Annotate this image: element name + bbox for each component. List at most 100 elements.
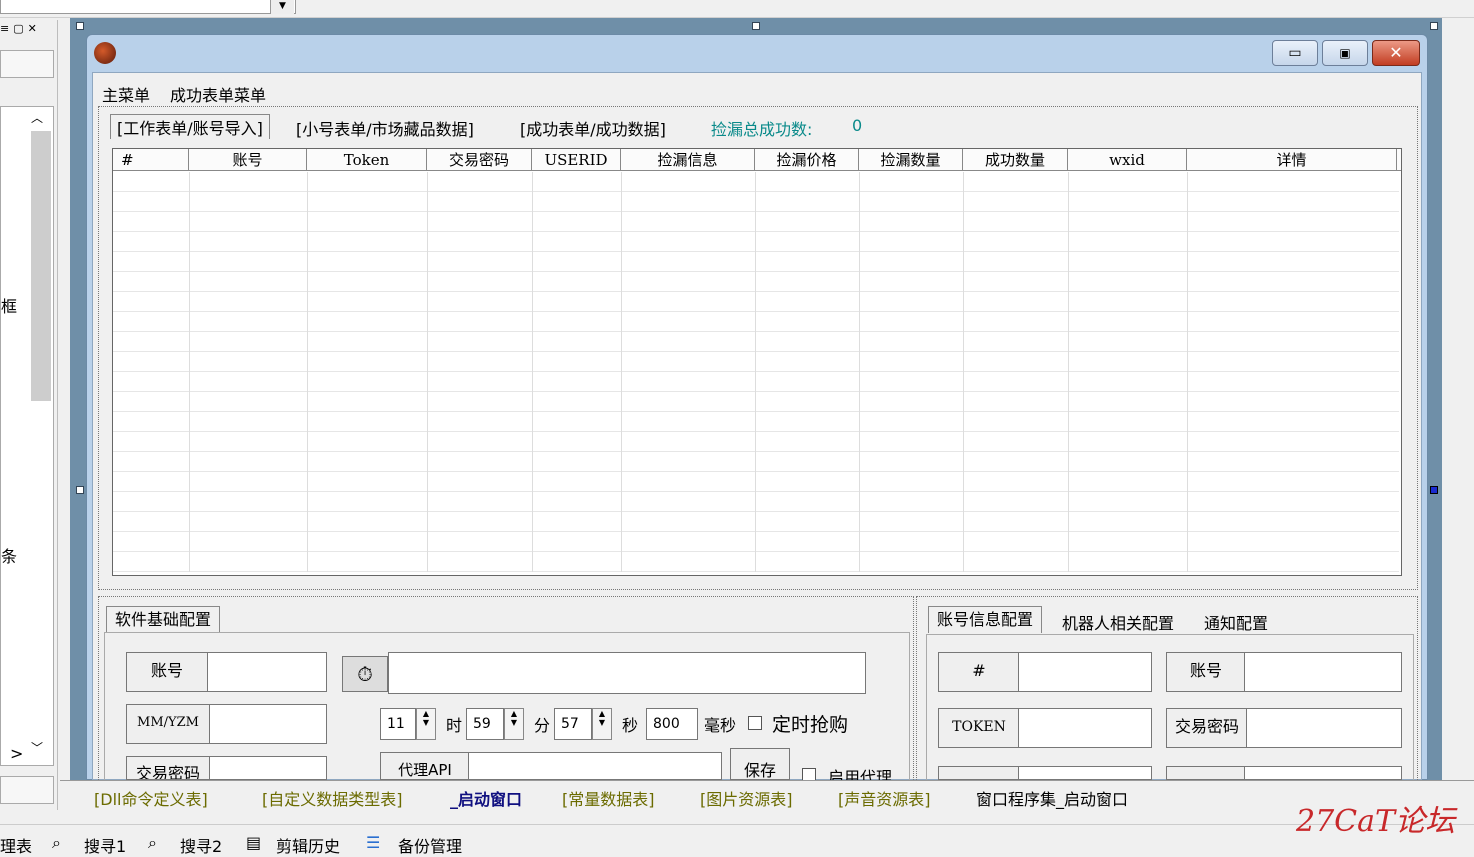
account-grid[interactable]: # 账号 Token 交易密码 USERID 捡漏信息 捡漏价格 捡漏数量 成功… <box>112 148 1402 576</box>
col-detail[interactable]: 详情 <box>1187 149 1397 170</box>
scroll-up-icon[interactable]: ︿ <box>31 109 43 126</box>
left-label-2: 条 <box>1 547 18 566</box>
search2-icon: ⌕ <box>148 833 157 852</box>
tab-constants[interactable]: [常量数据表] <box>562 786 655 810</box>
search-icon: ⌕ <box>52 833 61 852</box>
hour-unit: 时 <box>446 716 463 735</box>
tool-search1[interactable]: 搜寻1 <box>84 833 126 857</box>
col-pickup-qty[interactable]: 捡漏数量 <box>859 149 963 170</box>
timer-input[interactable] <box>388 652 866 694</box>
col-userid[interactable]: USERID <box>532 149 621 170</box>
right-account-input[interactable] <box>1244 652 1402 692</box>
minute-spinner[interactable]: ▲ ▼ <box>504 708 524 740</box>
panel-bottom-box[interactable] <box>0 776 54 804</box>
tool-clip-history[interactable]: 剪辑历史 <box>276 833 340 857</box>
menu-main[interactable]: 主菜单 <box>102 82 150 106</box>
trade-password-label: 交易密码 <box>126 756 210 780</box>
row3-input[interactable] <box>1018 766 1152 780</box>
mm-label: MM/YZM <box>126 704 210 744</box>
tab-success-table[interactable]: [成功表单/成功数据] <box>520 116 666 140</box>
mm-input[interactable] <box>209 704 327 744</box>
selection-handle-tr[interactable] <box>1430 22 1438 30</box>
maximize-button[interactable]: ▣ <box>1322 40 1368 66</box>
scrollbar-thumb[interactable] <box>31 131 51 401</box>
tab-robot-config[interactable]: 机器人相关配置 <box>1062 610 1174 634</box>
watermark: 27CaT论坛 <box>1296 804 1456 839</box>
scroll-down-icon[interactable]: ﹀ <box>31 739 43 756</box>
grid-header: # 账号 Token 交易密码 USERID 捡漏信息 捡漏价格 捡漏数量 成功… <box>113 149 1401 171</box>
tab-account-info[interactable]: 账号信息配置 <box>928 606 1043 633</box>
clipboard-icon: ▤ <box>246 833 262 852</box>
row3-label <box>938 766 1020 780</box>
right-account-label: 账号 <box>1166 652 1246 692</box>
selection-handle-ml[interactable] <box>76 486 84 494</box>
panel-button[interactable] <box>0 50 54 78</box>
account-input[interactable] <box>207 652 327 692</box>
panel-close-icon[interactable]: ✕ <box>28 22 41 35</box>
hour-input[interactable]: 11 <box>380 708 416 740</box>
token-input[interactable] <box>1018 708 1152 748</box>
panel-menu-icon[interactable]: ≡ <box>0 22 13 35</box>
top-strip: ▼ <box>0 0 1474 18</box>
tool-manage-table[interactable]: 理表 <box>0 833 32 857</box>
app-icon <box>94 42 116 64</box>
hash-input[interactable] <box>1018 652 1152 692</box>
combo-dropdown-button[interactable]: ▼ <box>270 0 294 14</box>
left-label-1: 框 <box>1 297 18 316</box>
selection-handle-tc[interactable] <box>752 22 760 30</box>
col-trade-password[interactable]: 交易密码 <box>427 149 532 170</box>
row3-right-label <box>1166 766 1246 780</box>
status-toolbar: 理表 ⌕ 搜寻1 ⌕ 搜寻2 ▤ 剪辑历史 ☰ 备份管理 <box>0 824 1474 857</box>
tab-work-table[interactable]: [工作表单/账号导入] <box>110 114 270 139</box>
trade-password-input[interactable] <box>209 756 327 780</box>
token-label: TOKEN <box>938 708 1020 748</box>
second-input[interactable]: 57 <box>554 708 592 740</box>
second-spinner[interactable]: ▲ ▼ <box>592 708 612 740</box>
tab-image-resources[interactable]: [图片资源表] <box>700 786 793 810</box>
timer-icon-button[interactable]: ⏱ <box>342 656 388 692</box>
col-account[interactable]: 账号 <box>189 149 307 170</box>
timed-buy-checkbox[interactable] <box>748 716 762 730</box>
tab-startup-window[interactable]: _启动窗口 <box>450 786 522 810</box>
col-wxid[interactable]: wxid <box>1068 149 1187 170</box>
col-token[interactable]: Token <box>307 149 427 170</box>
tab-notify-config[interactable]: 通知配置 <box>1204 610 1268 634</box>
tab-dll-commands[interactable]: [Dll命令定义表] <box>94 786 208 810</box>
tool-search2[interactable]: 搜寻2 <box>180 833 222 857</box>
col-success-qty[interactable]: 成功数量 <box>963 149 1068 170</box>
tab-window-assembly[interactable]: 窗口程序集_启动窗口 <box>976 786 1128 810</box>
save-button[interactable]: 保存 <box>730 748 790 780</box>
second-unit: 秒 <box>622 716 639 735</box>
menu-success-table[interactable]: 成功表单菜单 <box>170 82 266 106</box>
enable-proxy-label: 启用代理 <box>828 768 893 780</box>
ms-unit: 毫秒 <box>704 716 737 735</box>
minute-input[interactable]: 59 <box>466 708 504 740</box>
panel-list[interactable]: ︿ ﹀ 框 条 <box>0 106 54 766</box>
tool-backup[interactable]: 备份管理 <box>398 833 462 857</box>
selection-handle-tl[interactable] <box>76 22 84 30</box>
tab-small-account[interactable]: [小号表单/市场藏品数据] <box>296 116 474 140</box>
success-count-value: 0 <box>852 116 863 135</box>
grid-col-lines <box>113 172 1399 572</box>
left-tool-panel: ≡▢✕ ︿ ﹀ 框 条 > <box>0 20 58 810</box>
col-pickup-price[interactable]: 捡漏价格 <box>755 149 859 170</box>
col-pickup-info[interactable]: 捡漏信息 <box>621 149 755 170</box>
ms-input[interactable]: 800 <box>646 708 698 740</box>
selection-handle-mr[interactable] <box>1430 486 1438 494</box>
proxy-api-input[interactable] <box>468 752 722 780</box>
hour-spinner[interactable]: ▲ ▼ <box>416 708 436 740</box>
col-index[interactable]: # <box>113 149 189 170</box>
panel-arrow[interactable]: > <box>10 744 23 763</box>
tab-base-config[interactable]: 软件基础配置 <box>106 606 221 633</box>
tab-sound-resources[interactable]: [声音资源表] <box>838 786 931 810</box>
row3-right-input[interactable] <box>1244 766 1402 780</box>
proxy-api-label: 代理API <box>380 752 470 780</box>
minimize-button[interactable]: ▭ <box>1272 40 1318 66</box>
tab-custom-types[interactable]: [自定义数据类型表] <box>262 786 403 810</box>
close-button[interactable]: ✕ <box>1372 40 1420 66</box>
enable-proxy-checkbox[interactable] <box>802 768 816 780</box>
right-trade-password-input[interactable] <box>1246 708 1402 748</box>
combo-box[interactable] <box>0 0 296 14</box>
minute-unit: 分 <box>534 716 551 735</box>
panel-restore-icon[interactable]: ▢ <box>13 22 27 35</box>
